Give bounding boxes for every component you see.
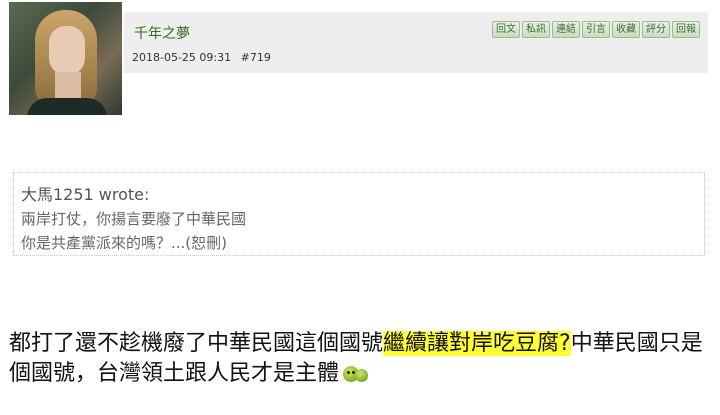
post-header: 千年之夢 2018-05-25 09:31 #719 回文 私訊 連結 引言 收… <box>124 12 708 73</box>
quote-block: 大馬1251 wrote: 兩岸打仗，你揚言要廢了中華民國 你是共產黨派來的嗎？… <box>13 172 705 256</box>
post-datetime: 2018-05-25 09:31 <box>132 51 232 64</box>
quote-button[interactable]: 引言 <box>582 21 610 38</box>
report-button[interactable]: 回報 <box>672 21 700 38</box>
rate-button[interactable]: 評分 <box>642 21 670 38</box>
reply-button[interactable]: 回文 <box>492 21 520 38</box>
avatar-face <box>49 26 85 76</box>
green-smiley-icon <box>343 364 369 384</box>
post-actions: 回文 私訊 連結 引言 收藏 評分 回報 <box>492 21 700 38</box>
bookmark-button[interactable]: 收藏 <box>612 21 640 38</box>
quote-line: 你是共產黨派來的嗎？...(恕刪) <box>21 234 228 252</box>
quote-line: 兩岸打仗，你揚言要廢了中華民國 <box>21 210 247 228</box>
private-message-button[interactable]: 私訊 <box>522 21 550 38</box>
body-text-before: 都打了還不趁機廢了中華民國這個國號 <box>9 331 384 356</box>
user-avatar[interactable] <box>9 2 122 115</box>
quote-author: 大馬1251 wrote: <box>21 185 150 204</box>
post-meta: 2018-05-25 09:31 #719 <box>132 51 271 64</box>
avatar-shirt <box>27 98 107 115</box>
link-button[interactable]: 連結 <box>552 21 580 38</box>
post-body: 都打了還不趁機廢了中華民國這個國號繼續讓對岸吃豆腐?中華民國只是個國號，台灣領土… <box>9 329 717 389</box>
post-number[interactable]: #719 <box>241 51 271 64</box>
username-link[interactable]: 千年之夢 <box>134 23 190 43</box>
highlighted-text: 繼續讓對岸吃豆腐? <box>383 331 571 356</box>
